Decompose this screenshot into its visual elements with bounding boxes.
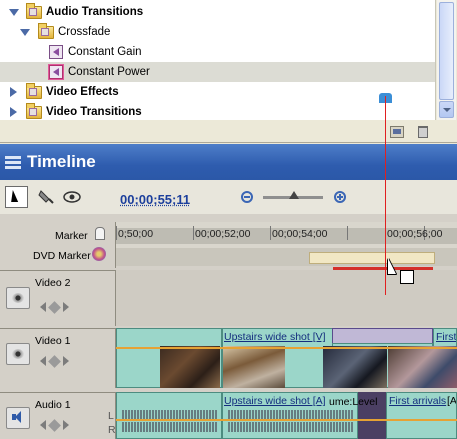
clip-label: Upstairs wide shot [V]	[224, 331, 326, 343]
folder-icon	[26, 3, 42, 19]
channel-left-label: L	[108, 410, 114, 422]
track-audio1[interactable]: Upstairs wide shot [A] ume:Level First a…	[108, 392, 457, 439]
clip-label: First	[436, 331, 457, 343]
folder-icon	[38, 23, 54, 39]
tree-item-label: Constant Gain	[68, 46, 142, 58]
clip-thumbnail	[160, 346, 220, 388]
track-header-video1: Video 1	[0, 328, 116, 388]
next-keyframe-icon	[63, 356, 69, 366]
tree-item-label: Video Effects	[46, 86, 119, 98]
zoom-in-icon[interactable]	[334, 191, 346, 203]
marker-label: Marker	[55, 230, 88, 242]
ruler-tick	[347, 226, 348, 240]
expand-triangle-icon[interactable]	[20, 29, 30, 36]
trash-icon[interactable]	[418, 126, 428, 138]
waveform	[122, 422, 217, 432]
tree-item-label: Video Transitions	[46, 106, 142, 118]
timeline-icon	[5, 156, 21, 170]
add-keyframe-icon	[48, 355, 61, 368]
track-video1[interactable]: Upstairs wide shot [V] First	[116, 328, 457, 388]
timecode-display[interactable]: 00;00;55;11	[120, 192, 190, 207]
new-bin-icon[interactable]	[390, 126, 404, 138]
effects-panel: Audio Transitions Crossfade Constant Gai…	[0, 0, 457, 143]
track-header-audio1: Audio 1	[0, 392, 116, 439]
waveform	[228, 422, 354, 432]
track-name: Video 2	[35, 277, 71, 289]
vertical-scrollbar[interactable]	[437, 0, 456, 120]
keyframe-nav[interactable]	[40, 355, 86, 369]
audio-clip[interactable]: First arrivals [A]	[386, 392, 457, 439]
track-name: Video 1	[35, 335, 71, 347]
audio-transition-icon	[49, 45, 63, 59]
toggle-track-output-icon[interactable]	[6, 287, 30, 309]
dvd-marker-icon[interactable]	[92, 247, 106, 261]
opacity-line[interactable]	[116, 347, 457, 349]
clip-thumbnail	[223, 346, 285, 388]
clip-label: First arrivals	[389, 395, 447, 407]
ruler-label: 0;50;00	[118, 228, 154, 240]
tree-item-video-transitions[interactable]: Video Transitions	[0, 102, 435, 120]
add-keyframe-icon	[48, 419, 61, 432]
panel-title: Timeline	[27, 152, 96, 171]
ruler-label: 00;00;52;00	[195, 228, 251, 240]
time-ruler[interactable]: 0;50;00 00;00;52;00 00;00;54;00 00;00;56…	[116, 222, 457, 270]
tree-item-audio-transitions[interactable]: Audio Transitions	[0, 2, 435, 22]
folder-icon	[26, 103, 42, 119]
dvd-marker-label: DVD Marker	[33, 250, 91, 262]
collapse-triangle-icon[interactable]	[10, 87, 17, 97]
channel-right-label: R	[108, 424, 116, 436]
ruler-tick	[270, 226, 271, 240]
tree-item-label: Constant Power	[68, 66, 150, 78]
clip-label: [A]	[447, 395, 457, 407]
timeline-titlebar: Timeline	[0, 144, 457, 180]
add-keyframe-icon	[48, 301, 61, 314]
prev-keyframe-icon	[40, 302, 46, 312]
keyframe-nav[interactable]	[40, 419, 86, 433]
clip-thumbnail	[323, 346, 387, 388]
ruler-tick	[193, 226, 194, 240]
effects-tree: Audio Transitions Crossfade Constant Gai…	[0, 0, 436, 120]
ruler-label: 00;00;54;00	[272, 228, 328, 240]
tree-item-constant-gain[interactable]: Constant Gain	[0, 42, 435, 62]
playhead-line[interactable]	[385, 96, 386, 295]
transition-marker[interactable]	[332, 328, 433, 344]
drag-transition-icon	[400, 270, 414, 284]
ruler-header: Marker DVD Marker	[0, 222, 116, 268]
prev-keyframe-icon	[40, 356, 46, 366]
ruler-tick	[116, 226, 117, 240]
track-name: Audio 1	[35, 399, 71, 411]
scroll-down-button[interactable]	[439, 101, 454, 118]
keyframe-nav[interactable]	[40, 301, 86, 315]
set-encore-marker-icon[interactable]	[61, 186, 84, 208]
snap-icon[interactable]	[35, 186, 58, 208]
tree-item-label: Audio Transitions	[46, 6, 144, 18]
zoom-slider-thumb[interactable]	[289, 191, 299, 199]
collapse-triangle-icon[interactable]	[10, 107, 17, 117]
speaker-icon[interactable]	[6, 407, 30, 429]
zoom-out-icon[interactable]	[241, 191, 253, 203]
clip-thumbnail	[388, 346, 457, 388]
tree-item-constant-power[interactable]: Constant Power	[0, 62, 435, 82]
folder-icon	[26, 83, 42, 99]
tree-item-crossfade[interactable]: Crossfade	[0, 22, 435, 42]
next-keyframe-icon	[63, 420, 69, 430]
work-area-bar[interactable]	[309, 252, 435, 264]
toggle-track-output-icon[interactable]	[6, 343, 30, 365]
prev-keyframe-icon	[40, 420, 46, 430]
selection-tool-icon[interactable]	[5, 186, 28, 208]
track-header-video2: Video 2	[0, 270, 116, 326]
expand-triangle-icon[interactable]	[9, 9, 19, 16]
marker-icon[interactable]	[95, 227, 105, 240]
scrollbar-thumb[interactable]	[439, 2, 454, 100]
audio-transition-icon	[49, 65, 63, 79]
volume-level-menu[interactable]: ume:Level	[329, 396, 377, 408]
mouse-cursor-icon	[388, 258, 396, 274]
tree-item-label: Crossfade	[58, 26, 111, 38]
ruler-label: 00;00;56;00	[387, 228, 443, 240]
volume-line[interactable]	[116, 419, 457, 421]
next-keyframe-icon	[63, 302, 69, 312]
clip-label: Upstairs wide shot [A]	[224, 395, 326, 407]
tree-item-video-effects[interactable]: Video Effects	[0, 82, 435, 102]
